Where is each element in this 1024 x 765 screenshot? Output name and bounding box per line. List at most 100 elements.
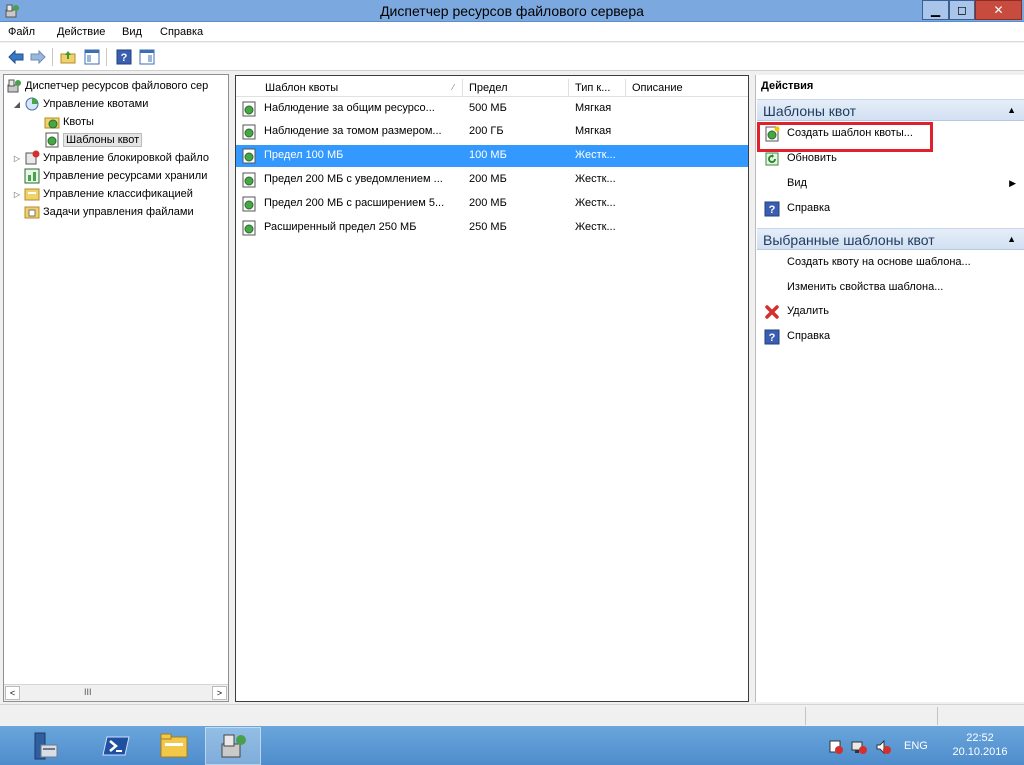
status-divider — [805, 707, 806, 725]
svg-text:?: ? — [121, 52, 128, 64]
action-center-flag-icon[interactable] — [828, 739, 844, 755]
quota-template-icon — [242, 101, 256, 117]
collapsed-arrow-icon[interactable]: ▷ — [12, 190, 22, 199]
tree-item-label: Шаблоны квот — [63, 133, 143, 147]
cell-quota-type: Жестк... — [575, 149, 616, 161]
taskbar-file-explorer[interactable] — [146, 727, 202, 765]
actions-section-quota-templates[interactable]: Шаблоны квот ▲ — [757, 99, 1024, 121]
refresh-icon — [765, 152, 779, 166]
action-help[interactable]: ? Справка — [760, 198, 1022, 220]
tree-item-storage-reports[interactable]: Управление ресурсами хранили — [24, 167, 207, 185]
cell-limit: 500 МБ — [469, 102, 507, 114]
column-header-limit[interactable]: Предел — [463, 79, 569, 97]
clock-date: 20.10.2016 — [952, 746, 1008, 758]
cell-template-name: Расширенный предел 250 МБ — [264, 221, 417, 233]
cell-quota-type: Жестк... — [575, 173, 616, 185]
scroll-right-button[interactable]: > — [212, 686, 227, 700]
show-hide-console-tree-button[interactable] — [82, 47, 102, 67]
table-row-selected[interactable]: Предел 100 МБ 100 МБ Жестк... — [236, 145, 748, 167]
taskbar-powershell[interactable] — [88, 727, 144, 765]
forward-button[interactable] — [28, 47, 48, 67]
clock-time: 22:52 — [966, 732, 994, 744]
quota-template-icon — [242, 172, 256, 188]
expanded-arrow-icon[interactable]: ◢ — [12, 100, 22, 109]
tree-item-label: Управление квотами — [43, 98, 149, 110]
toolbar-separator — [52, 48, 53, 66]
tree-item-label: Управление блокировкой файло — [43, 152, 209, 164]
taskbar-fsrm-active[interactable] — [205, 727, 261, 765]
table-row[interactable]: Наблюдение за томом размером... 200 ГБ М… — [236, 121, 748, 143]
collapsed-arrow-icon[interactable]: ▷ — [12, 154, 22, 163]
show-hide-action-pane-button[interactable] — [137, 47, 157, 67]
tree-item-quota-templates[interactable]: Шаблоны квот — [44, 131, 143, 149]
status-divider — [937, 707, 938, 725]
column-header-quota-type[interactable]: Тип к... — [569, 79, 626, 97]
tree-item-file-management-tasks[interactable]: Задачи управления файлами — [24, 203, 194, 221]
cell-limit: 250 МБ — [469, 221, 507, 233]
up-level-button[interactable] — [58, 47, 78, 67]
network-icon[interactable] — [851, 739, 867, 755]
cell-quota-type: Мягкая — [575, 125, 612, 137]
toolbar-separator — [106, 48, 107, 66]
highlight-annotation-box — [757, 122, 933, 152]
storage-reports-icon — [24, 168, 40, 184]
action-label: Вид — [787, 177, 807, 189]
close-button[interactable]: ✕ — [975, 0, 1022, 20]
scroll-thumb-grip[interactable]: III — [84, 687, 92, 697]
menu-action[interactable]: Действие — [57, 26, 105, 38]
maximize-button[interactable]: ◻ — [949, 0, 975, 20]
collapse-arrow-icon[interactable]: ▲ — [1007, 234, 1016, 244]
action-view[interactable]: Вид ▶ — [760, 173, 1022, 195]
minimize-button[interactable]: ▁ — [922, 0, 949, 20]
svg-text:?: ? — [769, 332, 776, 344]
action-delete[interactable]: Удалить — [760, 301, 1022, 323]
fsrm-taskbar-icon — [221, 734, 246, 758]
tree-horizontal-scrollbar[interactable]: < III > — [4, 684, 228, 701]
column-header-template[interactable]: Шаблон квоты ⁄ — [259, 79, 463, 97]
action-create-quota-from-template[interactable]: Создать квоту на основе шаблона... — [760, 252, 1022, 274]
tree-item-label: Управление ресурсами хранили — [43, 170, 208, 182]
table-row[interactable]: Предел 200 МБ с уведомлением ... 200 МБ … — [236, 169, 748, 191]
tree-item-quota-management[interactable]: ◢ Управление квотами — [12, 95, 148, 113]
tree-item-label: Квоты — [63, 116, 94, 128]
table-row[interactable]: Расширенный предел 250 МБ 250 МБ Жестк..… — [236, 217, 748, 239]
back-arrow-icon — [8, 50, 24, 64]
tree-item-file-screening[interactable]: ▷ Управление блокировкой файло — [12, 149, 209, 167]
menu-view[interactable]: Вид — [122, 26, 142, 38]
delete-icon — [765, 305, 779, 319]
tree-item-quotas[interactable]: Квоты — [44, 113, 94, 131]
menu-help[interactable]: Справка — [160, 26, 203, 38]
cell-limit: 200 ГБ — [469, 125, 504, 137]
collapse-arrow-icon[interactable]: ▲ — [1007, 105, 1016, 115]
table-row[interactable]: Наблюдение за общим ресурсо... 500 МБ Мя… — [236, 98, 748, 120]
window-title: Диспетчер ресурсов файлового сервера — [380, 3, 644, 19]
forward-arrow-icon — [30, 50, 46, 64]
action-help-selected[interactable]: ? Справка — [760, 326, 1022, 348]
menu-bar: Файл Действие Вид Справка — [0, 22, 1024, 42]
cell-limit: 200 МБ — [469, 173, 507, 185]
status-bar — [0, 704, 1024, 726]
tree-item-fsrm-root[interactable]: Диспетчер ресурсов файлового сер — [6, 77, 208, 95]
help-button[interactable]: ? — [114, 47, 134, 67]
table-row[interactable]: Предел 200 МБ с расширением 5... 200 МБ … — [236, 193, 748, 215]
list-header: Шаблон квоты ⁄ Предел Тип к... Описание — [236, 79, 748, 97]
tree-item-label: Управление классификацией — [43, 188, 193, 200]
actions-section-selected-templates[interactable]: Выбранные шаблоны квот ▲ — [757, 228, 1024, 250]
action-edit-template-properties[interactable]: Изменить свойства шаблона... — [760, 277, 1022, 299]
scroll-left-button[interactable]: < — [5, 686, 20, 700]
quota-template-list: Шаблон квоты ⁄ Предел Тип к... Описание … — [235, 75, 749, 702]
input-language-indicator[interactable]: ENG — [904, 740, 928, 752]
menu-file[interactable]: Файл — [8, 26, 35, 38]
back-button[interactable] — [6, 47, 26, 67]
volume-muted-icon[interactable] — [875, 739, 891, 755]
help-icon: ? — [116, 49, 132, 65]
actions-pane: Действия Шаблоны квот ▲ Создать шаблон к… — [755, 75, 1024, 702]
clock[interactable]: 22:52 20.10.2016 — [945, 731, 1015, 759]
column-header-description[interactable]: Описание — [626, 79, 748, 97]
tree-item-classification[interactable]: ▷ Управление классификацией — [12, 185, 193, 203]
taskbar: ENG 22:52 20.10.2016 — [0, 726, 1024, 765]
submenu-arrow-icon: ▶ — [1009, 178, 1016, 188]
taskbar-server-manager[interactable] — [18, 727, 74, 765]
quota-template-icon — [242, 220, 256, 236]
console-tree: Диспетчер ресурсов файлового сер ◢ Управ… — [3, 74, 229, 702]
